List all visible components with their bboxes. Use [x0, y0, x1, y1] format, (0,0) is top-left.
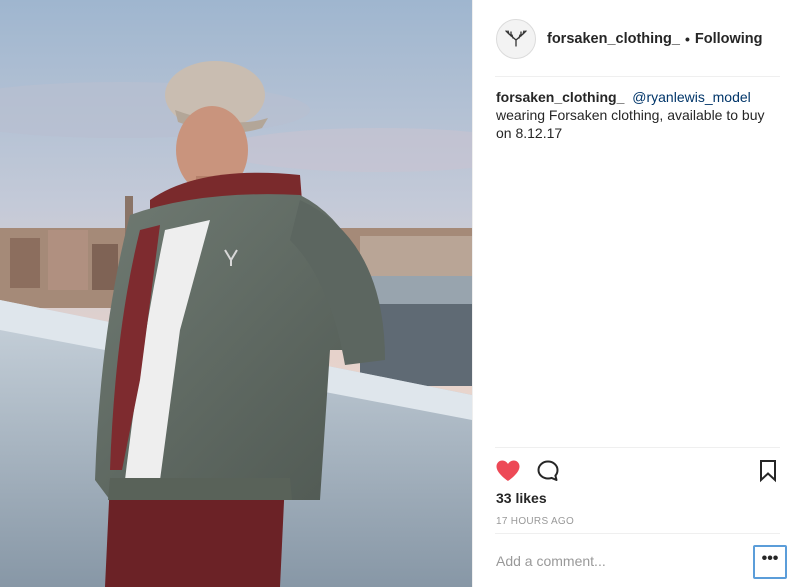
- heart-filled-icon: [496, 460, 520, 481]
- antler-logo-icon: [505, 29, 527, 47]
- post-caption: forsaken_clothing_ @ryanlewis_model wear…: [496, 88, 781, 142]
- header-divider: [495, 76, 780, 77]
- post-photo-image: [0, 0, 472, 587]
- post-timestamp[interactable]: 17 HOURS AGO: [496, 516, 574, 527]
- post-actions: [496, 457, 782, 485]
- caption-text: wearing Forsaken clothing, available to …: [496, 107, 765, 141]
- comment-divider: [495, 533, 780, 534]
- bookmark-icon: [760, 460, 776, 483]
- actions-divider: [495, 447, 780, 448]
- save-button[interactable]: [754, 457, 782, 485]
- post-details-panel: forsaken_clothing_ • Following forsaken_…: [472, 0, 800, 587]
- comment-button[interactable]: [534, 457, 562, 485]
- caption-mention-link[interactable]: @ryanlewis_model: [632, 89, 750, 105]
- header-separator: •: [684, 30, 690, 47]
- avatar[interactable]: [496, 18, 536, 59]
- likes-count[interactable]: 33 likes: [496, 490, 547, 506]
- ellipsis-icon: •••: [761, 550, 779, 567]
- post-author-username[interactable]: forsaken_clothing_: [547, 31, 680, 47]
- speech-bubble-icon: [537, 460, 559, 481]
- more-options-button[interactable]: •••: [753, 545, 787, 579]
- post-photo[interactable]: [0, 0, 472, 587]
- caption-username[interactable]: forsaken_clothing_: [496, 89, 624, 105]
- comment-input[interactable]: [496, 546, 726, 576]
- like-button[interactable]: [494, 457, 522, 485]
- following-button[interactable]: Following: [695, 31, 763, 47]
- instagram-post: forsaken_clothing_ • Following forsaken_…: [0, 0, 800, 587]
- post-header: forsaken_clothing_ • Following: [473, 0, 800, 77]
